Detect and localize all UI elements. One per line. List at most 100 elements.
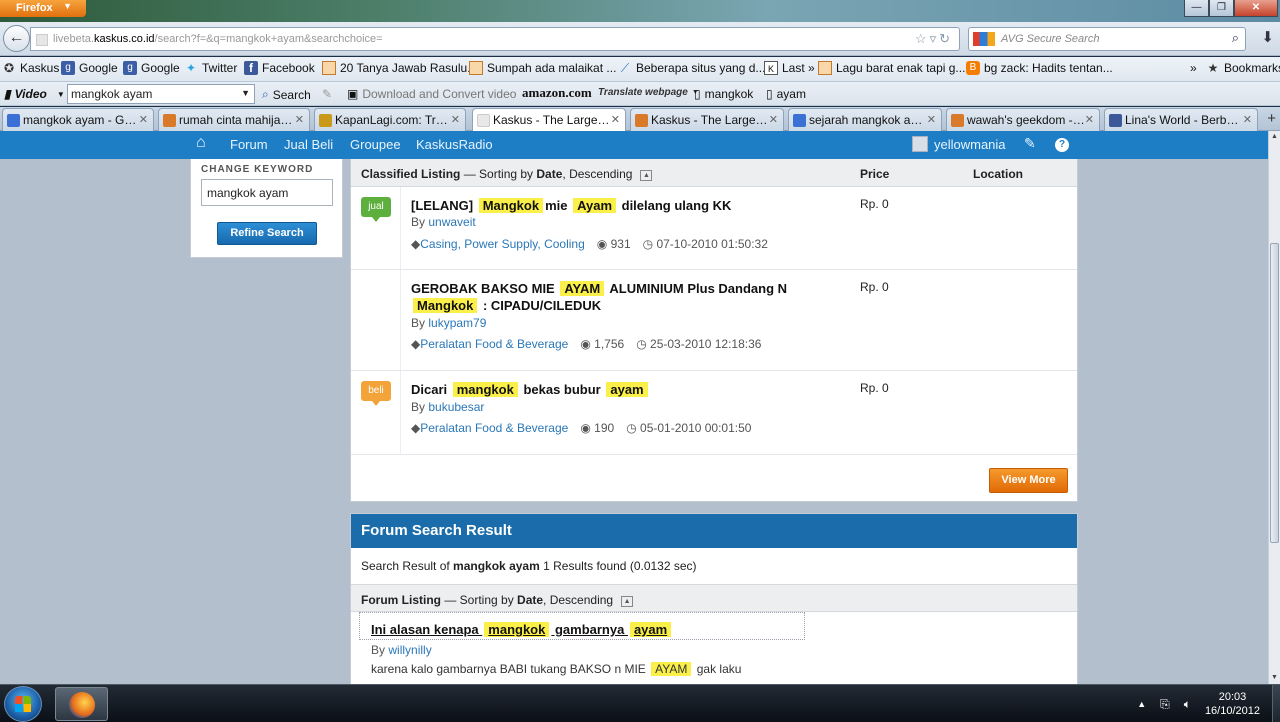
eye-icon: ◉ — [596, 237, 608, 251]
author-link[interactable]: willynilly — [388, 643, 431, 657]
volume-icon[interactable]: 🔈︎ — [1184, 697, 1191, 712]
category-link[interactable]: Peralatan Food & Beverage — [420, 337, 568, 351]
url-bar[interactable]: livebeta.kaskus.co.id/search?f=&q=mangko… — [30, 27, 960, 51]
view-more-button[interactable]: View More — [989, 468, 1068, 493]
tab-wawah-geekdom[interactable]: wawah's geekdom - ... ✕ — [946, 108, 1100, 131]
show-desktop-button[interactable] — [1272, 685, 1280, 722]
vertical-scrollbar[interactable]: ▲ ▼ — [1268, 131, 1280, 684]
toolbar-search-button[interactable]: ⌕ Search — [262, 87, 311, 102]
help-icon[interactable]: ? — [1055, 138, 1069, 152]
amazon-button[interactable]: amazon.com — [522, 85, 592, 101]
firefox-menu-button[interactable]: Firefox ▼ — [0, 0, 86, 17]
web-search-input[interactable]: AVG Secure Search ⌕ — [968, 27, 1246, 51]
bookmark-bg-zack[interactable]: Bbg zack: Hadits tentan... — [966, 61, 1113, 75]
video-menu-button[interactable]: ▮ Video ▼ — [4, 87, 65, 101]
nav-kaskusradio[interactable]: KaskusRadio — [416, 137, 493, 152]
bookmark-star-icon[interactable]: ☆ — [915, 31, 930, 46]
star-icon: ✪ — [3, 61, 15, 75]
clear-icon[interactable]: ✎ — [322, 87, 332, 101]
author-link[interactable]: bukubesar — [428, 400, 484, 414]
search-icon: ⌕ — [262, 87, 269, 101]
view-count: 190 — [594, 421, 615, 435]
category-link[interactable]: Casing, Power Supply, Cooling — [420, 237, 585, 251]
bookmark-tanya-jawab[interactable]: 20 Tanya Jawab Rasulu... — [322, 61, 477, 75]
bookmark-twitter[interactable]: ✦ Twitter — [184, 61, 237, 75]
bookmark-google-2[interactable]: g Google — [123, 61, 180, 75]
nav-groupee[interactable]: Groupee — [350, 137, 401, 152]
jual-badge: jual — [361, 197, 391, 222]
avatar — [912, 136, 928, 152]
listing-title[interactable]: GEROBAK BAKSO MIE AYAM ALUMINIUM Plus Da… — [411, 280, 811, 314]
listing-price: Rp. 0 — [860, 280, 889, 294]
search-summary: Search Result of mangkok ayam 1 Results … — [361, 559, 697, 573]
home-icon[interactable]: ⌂ — [196, 134, 206, 152]
title-highlight: AYAM — [560, 281, 605, 296]
back-button[interactable]: ← — [3, 25, 30, 52]
translate-webpage-button[interactable]: Translate webpage ▼ — [598, 87, 699, 98]
download-convert-button[interactable]: ▣ Download and Convert video — [347, 87, 516, 101]
bookmark-google-1[interactable]: g Google — [61, 61, 118, 75]
start-button[interactable] — [4, 686, 42, 722]
refine-search-button[interactable]: Refine Search — [217, 222, 317, 245]
minimize-button[interactable]: — — [1184, 0, 1209, 17]
downloads-icon[interactable]: ⬇ — [1261, 28, 1274, 46]
close-tab-icon[interactable]: ✕ — [1243, 113, 1252, 126]
taskbar-firefox-button[interactable] — [55, 687, 108, 721]
close-tab-icon[interactable]: ✕ — [139, 113, 148, 126]
highlight-word-label: mangkok — [704, 87, 754, 101]
close-tab-icon[interactable]: ✕ — [295, 113, 304, 126]
video-query-select[interactable]: mangkok ayam ▼ — [67, 84, 255, 104]
forum-snippet: karena kalo gambarnya BABI tukang BAKSO … — [371, 662, 741, 676]
tab-kapanlagi[interactable]: KapanLagi.com: Trav... ✕ — [314, 108, 466, 131]
new-tab-button[interactable]: + — [1267, 110, 1276, 127]
clock[interactable]: 20:03 16/10/2012 — [1205, 690, 1260, 718]
tab-rumah-cinta[interactable]: rumah cinta mahija - ... ✕ — [158, 108, 310, 131]
user-menu[interactable]: yellowmania — [912, 136, 1006, 152]
tab-kaskus-2[interactable]: Kaskus - The Largest I... ✕ — [630, 108, 784, 131]
tab-kaskus-active[interactable]: Kaskus - The Largest I... ✕ — [472, 108, 626, 132]
network-icon[interactable]: ⎘ — [1160, 697, 1170, 712]
scrollbar-thumb[interactable] — [1270, 243, 1279, 543]
pencil-icon[interactable]: ✎ — [1024, 135, 1036, 152]
reload-icon[interactable]: ↻ — [939, 31, 953, 46]
close-tab-icon[interactable]: ✕ — [769, 113, 778, 126]
history-dropdown-icon[interactable]: ▿ — [930, 31, 940, 46]
bookmark-facebook[interactable]: f Facebook — [244, 61, 315, 75]
bookmarks-overflow-button[interactable]: » — [1190, 61, 1197, 75]
search-icon[interactable]: ⌕ — [1232, 30, 1239, 46]
listing-title[interactable]: Dicari mangkok bekas bubur ayam — [411, 381, 811, 398]
clock-icon: ◷ — [642, 237, 654, 251]
forum-thread-link[interactable]: Ini alasan kenapa mangkok gambarnya ayam — [371, 622, 673, 637]
tab-sejarah-mangkok[interactable]: sejarah mangkok aya... ✕ — [788, 108, 942, 131]
nav-jual-beli[interactable]: Jual Beli — [284, 137, 333, 152]
author-link[interactable]: lukypam79 — [428, 316, 486, 330]
close-tab-icon[interactable]: ✕ — [1085, 113, 1094, 126]
listing-title[interactable]: [LELANG] Mangkok mie Ayam dilelang ulang … — [411, 197, 811, 214]
bookmark-kaskus[interactable]: ✪ Kaskus — [2, 61, 59, 75]
collapse-icon[interactable]: ▲ — [640, 170, 653, 181]
forum-result-item[interactable]: Ini alasan kenapa mangkok gambarnya ayam — [359, 612, 805, 640]
bookmark-sumpah[interactable]: Sumpah ada malaikat ... — [469, 61, 616, 75]
bookmark-beberapa-situs[interactable]: ⟋ Beberapa situs yang d... — [618, 61, 766, 75]
tab-linas-world[interactable]: Lina's World - Berbur... ✕ — [1104, 108, 1258, 131]
show-hidden-icons-icon[interactable]: ▲ — [1137, 699, 1146, 709]
highlight-word-ayam[interactable]: ▯ ayam — [766, 87, 806, 101]
bookmark-last[interactable]: K Last » — [764, 61, 815, 75]
collapse-icon[interactable]: ▲ — [621, 596, 634, 607]
tab-mangkok-ayam-google[interactable]: mangkok ayam - Goo... ✕ — [2, 108, 154, 131]
close-tab-icon[interactable]: ✕ — [927, 113, 936, 126]
scroll-up-icon[interactable]: ▲ — [1269, 131, 1280, 143]
maximize-button[interactable]: ❐ — [1209, 0, 1234, 17]
scroll-down-icon[interactable]: ▼ — [1269, 672, 1280, 684]
keyword-input[interactable]: mangkok ayam — [201, 179, 333, 206]
title-text: GEROBAK BAKSO MIE — [411, 281, 559, 296]
nav-forum[interactable]: Forum — [230, 137, 268, 152]
close-tab-icon[interactable]: ✕ — [611, 113, 620, 126]
category-link[interactable]: Peralatan Food & Beverage — [420, 421, 568, 435]
author-link[interactable]: unwaveit — [428, 215, 475, 229]
bookmarks-menu-button[interactable]: ★ Bookmarks — [1206, 61, 1280, 75]
highlight-word-mangkok[interactable]: ▯ mangkok — [694, 87, 753, 101]
bookmark-lagu-barat[interactable]: Lagu barat enak tapi g... — [818, 61, 965, 75]
close-button[interactable]: ✕ — [1234, 0, 1278, 17]
close-tab-icon[interactable]: ✕ — [451, 113, 460, 126]
